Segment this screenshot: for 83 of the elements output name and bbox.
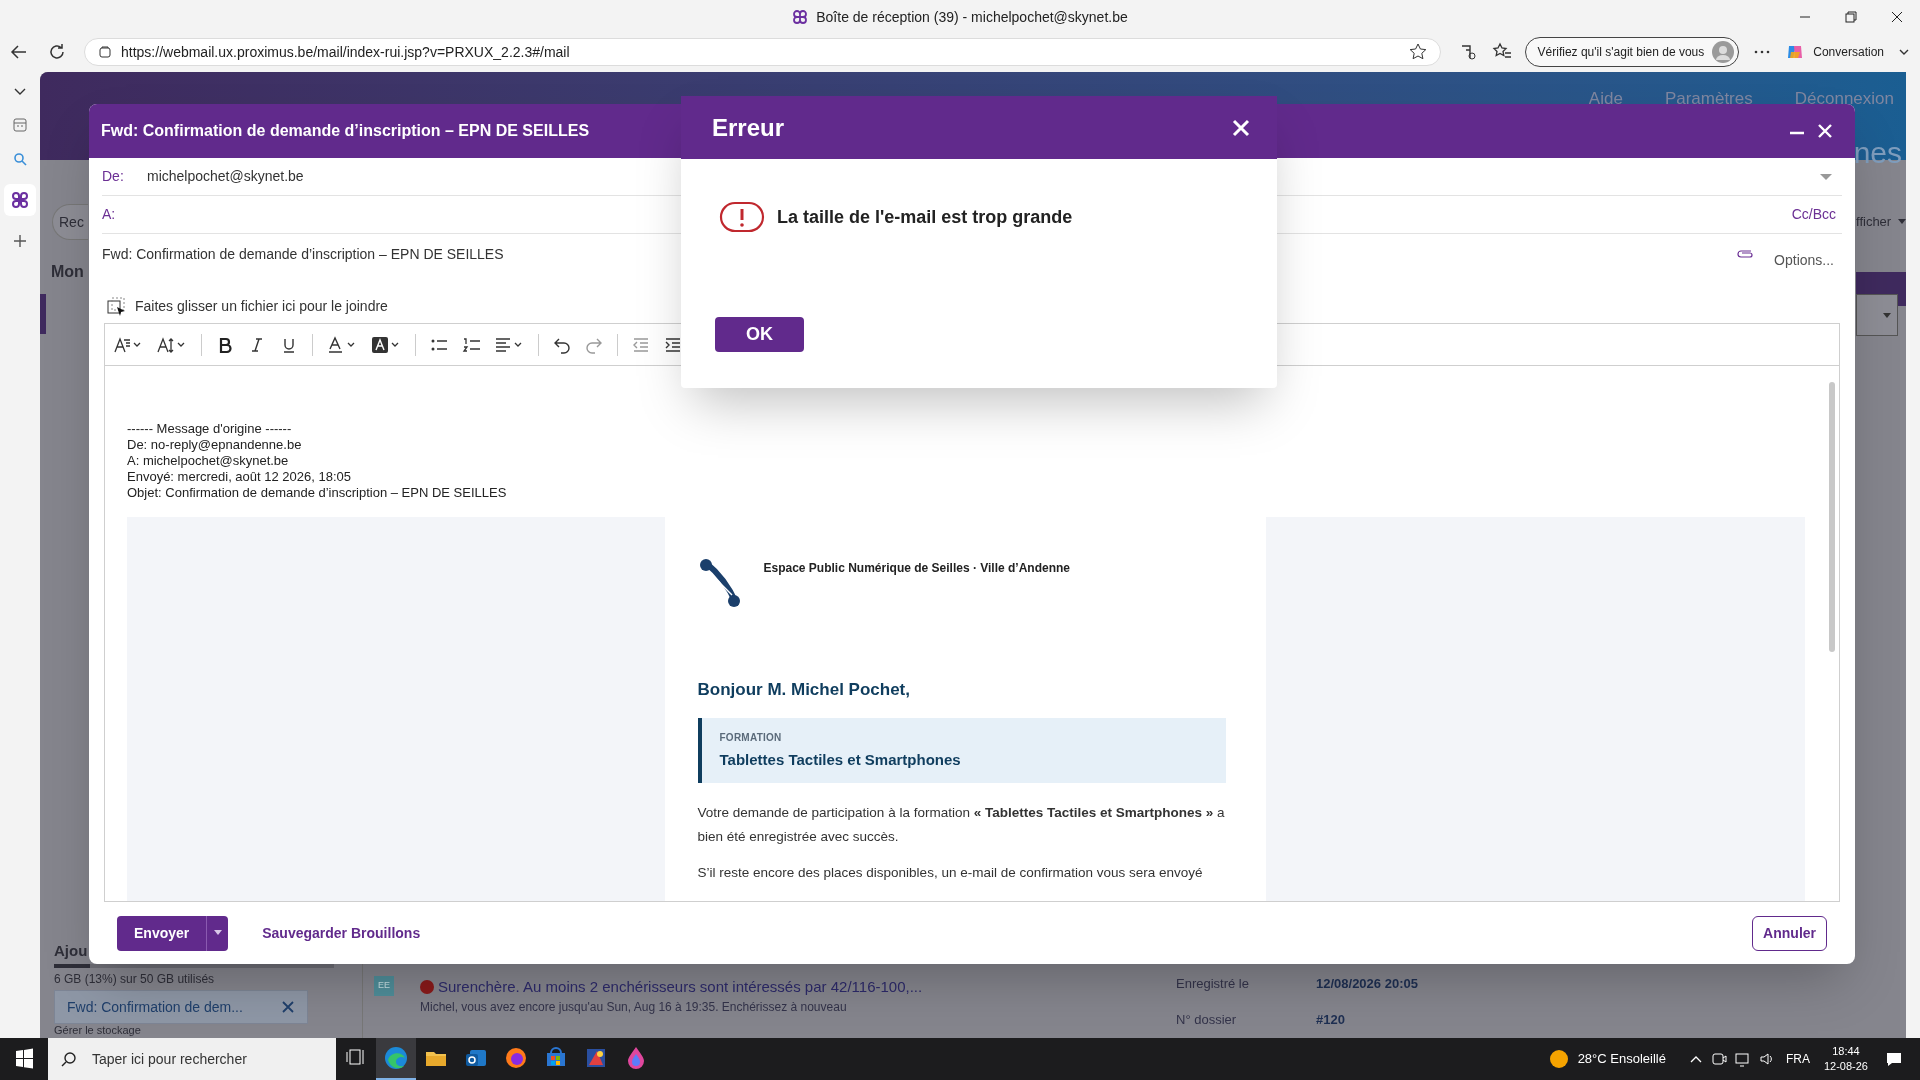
align-icon[interactable]	[494, 335, 524, 354]
forward-header-line: ------ Message d'origine ------	[127, 421, 293, 437]
forward-header-line: A: michelpochet@skynet.be	[127, 453, 290, 469]
forward-header-line: Envoyé: mercredi, août 12 2026, 18:05	[127, 469, 353, 485]
logo-icon	[697, 557, 742, 609]
minimized-draft[interactable]: Fwd: Confirmation de dem...	[54, 990, 308, 1024]
taskbar-app[interactable]	[376, 1038, 416, 1080]
display-menu[interactable]: fficher	[1856, 212, 1892, 232]
alert-dot-icon	[420, 980, 434, 994]
save-draft-button[interactable]: Sauvegarder Brouillons	[262, 922, 421, 944]
compose-title: Fwd: Confirmation de demande d’inscription – EPN DE SEILLES	[101, 121, 590, 141]
close-icon[interactable]	[1231, 117, 1251, 138]
subject-field[interactable]: Fwd: Confirmation de demande d’inscription – EPN DE SEILLES	[102, 239, 1737, 269]
language-indicator[interactable]: FRA	[1785, 1050, 1810, 1068]
font-style-icon[interactable]	[113, 335, 143, 354]
card-title: Tablettes Tactiles et Smartphones	[719, 749, 962, 770]
profile-avatar-icon	[1712, 41, 1735, 63]
site-info-icon	[97, 44, 113, 60]
manage-storage-link[interactable]: Gérer le stockage	[54, 1024, 141, 1037]
identity-button[interactable]: Vérifiez qu'il s'agit bien de vous	[1524, 37, 1740, 67]
copilot-button[interactable]: Conversation	[1781, 42, 1888, 62]
send-options-button[interactable]	[206, 915, 229, 951]
error-icon	[719, 201, 765, 233]
attach-drop-icon	[107, 296, 127, 317]
sun-icon	[1547, 1048, 1570, 1070]
detail-value: #120	[1316, 1011, 1345, 1029]
add-icon[interactable]	[11, 232, 29, 250]
forward-header-line: Objet: Confirmation de demande d’inscription – EPN DE SEILLES	[127, 485, 508, 501]
taskbar-search[interactable]: Taper ici pour rechercher	[48, 1038, 336, 1080]
fox-browser-icon	[504, 1046, 528, 1070]
clock-time[interactable]: 18:44	[1832, 1044, 1860, 1059]
search-button[interactable]: Rec	[52, 204, 88, 240]
dropdown-button[interactable]	[1856, 294, 1898, 336]
message-preview: Michel, vous avez encore jusqu'au Sun, Aug 16 à 19:35. Enchérissez à nouveau	[420, 999, 847, 1016]
app-icon	[792, 9, 809, 25]
address-bar[interactable]: https://webmail.ux.proximus.be/mail/index-rui.jsp?v=PRXUX_2.2.3#/mail	[84, 38, 1441, 66]
paragraph: Votre demande de participation à la formation « Tablettes Tactiles et Smartphones » a bien été enregistrée avec succès.	[697, 804, 1226, 846]
detail-value: 12/08/2026 20:05	[1316, 975, 1418, 993]
drop-hint: Faites glisser un fichier ici pour le joindre	[135, 297, 388, 316]
organization-name: Espace Public Numérique de Seilles · Ville d’Andenne	[763, 560, 1071, 577]
weather-text[interactable]: 28°C Ensoleillé	[1577, 1049, 1666, 1069]
caret-icon	[213, 930, 222, 936]
folder-heading: Mon	[51, 262, 84, 282]
browser-icon	[384, 1046, 408, 1070]
sidebar-app-tile[interactable]	[4, 184, 36, 216]
ok-button[interactable]: OK	[715, 317, 804, 352]
options-link[interactable]: Options...	[1774, 249, 1834, 271]
paperclip-icon[interactable]	[1736, 247, 1755, 261]
sender-address: michelpochet@skynet.be	[147, 167, 304, 186]
caret-icon	[1898, 219, 1906, 225]
dialog-title: Erreur	[712, 112, 785, 143]
storage-text: 6 GB (13%) sur 50 GB utilisés	[54, 972, 215, 986]
paragraph: S’il reste encore des places disponibles, un e-mail de confirmation vous sera envoyé	[697, 864, 1204, 882]
window-title: Boîte de réception (39) - michelpochet@skynet.be	[816, 7, 1128, 27]
meet-now-icon[interactable]	[1709, 1050, 1728, 1068]
send-button[interactable]: Envoyer	[117, 915, 207, 951]
add-link[interactable]: Ajou	[54, 940, 88, 963]
clock-date[interactable]: 12-08-26	[1823, 1059, 1868, 1074]
paint-icon	[584, 1046, 608, 1070]
cc-bcc-link[interactable]: Cc/Bcc	[1791, 204, 1836, 225]
network-icon[interactable]	[1733, 1050, 1752, 1068]
text-color-icon[interactable]	[327, 335, 357, 354]
detail-label: Enregistré le	[1176, 975, 1249, 993]
forward-header-line: De: no-reply@epnandenne.be	[127, 437, 303, 453]
app-icon	[11, 191, 29, 209]
numbered-list-icon[interactable]	[462, 335, 480, 354]
favorite-star-icon	[1407, 42, 1428, 62]
calendar-icon[interactable]	[11, 116, 29, 134]
detail-label: N° dossier	[1176, 1011, 1237, 1029]
field-label: A:	[102, 205, 117, 224]
cancel-button[interactable]: Annuler	[1752, 915, 1827, 951]
avatar: EE	[374, 976, 394, 996]
error-message: La taille de l'e-mail est trop grande	[777, 205, 1073, 229]
greeting: Bonjour M. Michel Pochet,	[697, 679, 911, 701]
font-size-icon[interactable]	[157, 335, 187, 354]
search-icon	[60, 1050, 78, 1068]
highlight-icon[interactable]	[371, 335, 401, 354]
card-label: FORMATION	[719, 730, 783, 745]
field-label: De:	[102, 167, 125, 186]
indent-icon[interactable]	[664, 335, 682, 354]
dropdown-caret-icon[interactable]	[1818, 171, 1834, 182]
search-icon[interactable]	[11, 150, 29, 168]
close-icon	[281, 1000, 295, 1014]
